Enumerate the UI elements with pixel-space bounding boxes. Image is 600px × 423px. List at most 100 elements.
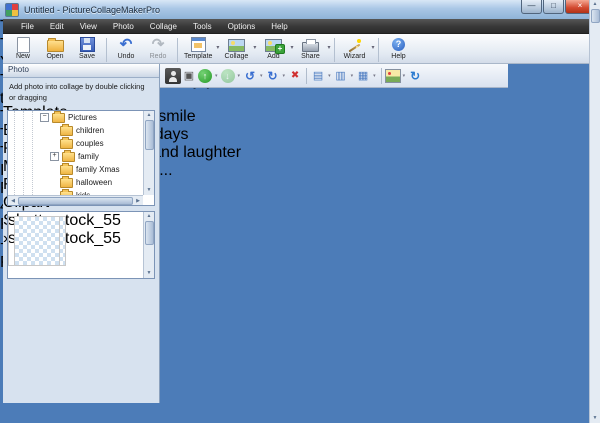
distribute-icon: ▦ bbox=[358, 69, 368, 82]
open-button[interactable]: Open bbox=[39, 36, 71, 60]
refresh-button[interactable]: ↻ bbox=[407, 68, 423, 84]
photo-thumbnail-baby-red[interactable] bbox=[8, 216, 60, 266]
scrollbar-thumb[interactable] bbox=[591, 9, 600, 23]
scroll-up-icon[interactable]: ▲ bbox=[147, 212, 152, 221]
menu-tools[interactable]: Tools bbox=[185, 19, 220, 34]
distribute-dropdown[interactable]: ▾ bbox=[373, 73, 376, 79]
edit-toolbar: ▣ ↑ ▾ ↓ ▾ ↺ ▾ ↻ ▾ ✖ ▤ ▾ ▥ ▾ ▦ ▾ ▾ ↻ bbox=[160, 64, 508, 88]
title-bar: Untitled - PictureCollageMakerPro — □ × bbox=[0, 0, 600, 19]
menu-collage[interactable]: Collage bbox=[142, 19, 185, 34]
tree-node-family-xmas[interactable]: family Xmas bbox=[8, 163, 154, 176]
delete-x-icon: ✖ bbox=[291, 70, 299, 81]
folder-icon bbox=[60, 178, 73, 188]
tree-node-pictures[interactable]: − Pictures bbox=[8, 111, 154, 124]
bring-forward-dropdown[interactable]: ▾ bbox=[215, 73, 218, 79]
photo-panel-hint: Add photo into collage by double clickin… bbox=[3, 78, 159, 104]
menu-photo[interactable]: Photo bbox=[105, 19, 142, 34]
distribute-button[interactable]: ▦ bbox=[355, 68, 371, 84]
align-top-button[interactable]: ▤ bbox=[310, 68, 326, 84]
menu-options[interactable]: Options bbox=[220, 19, 264, 34]
scrollbar-thumb[interactable] bbox=[145, 221, 154, 245]
scroll-down-icon[interactable]: ▼ bbox=[147, 269, 152, 278]
redo-icon: ↷ bbox=[152, 38, 165, 52]
thumbnail-vertical-scrollbar[interactable]: ▲ ▼ bbox=[143, 212, 154, 278]
menu-file[interactable]: File bbox=[13, 19, 42, 34]
rotate-right-dropdown[interactable]: ▾ bbox=[283, 73, 286, 79]
toolbar-separator bbox=[306, 68, 307, 84]
wizard-button[interactable]: Wizard bbox=[338, 36, 370, 60]
up-arrow-icon: ↑ bbox=[198, 69, 212, 83]
help-icon: ? bbox=[392, 38, 405, 51]
scroll-down-icon[interactable]: ▼ bbox=[593, 414, 598, 423]
tree-vertical-scrollbar[interactable]: ▲ ▼ bbox=[143, 111, 154, 195]
undo-button[interactable]: ↶ Undo bbox=[110, 36, 142, 60]
menu-help[interactable]: Help bbox=[263, 19, 295, 34]
main-toolbar: New Open Save ↶ Undo ↷ Redo Template ▾ C… bbox=[3, 34, 597, 64]
collapse-icon[interactable]: − bbox=[40, 113, 49, 122]
scrollbar-thumb[interactable] bbox=[18, 197, 133, 205]
wizard-dropdown-arrow[interactable]: ▾ bbox=[370, 44, 375, 51]
rotate-left-dropdown[interactable]: ▾ bbox=[260, 73, 263, 79]
crop-icon[interactable]: ▣ bbox=[181, 68, 197, 84]
menu-view[interactable]: View bbox=[72, 19, 105, 34]
redo-button[interactable]: ↷ Redo bbox=[142, 36, 174, 60]
scrollbar-thumb[interactable] bbox=[145, 120, 154, 150]
toolbar-separator bbox=[378, 38, 379, 62]
photo-panel-header: Photo bbox=[3, 64, 159, 78]
scroll-up-icon[interactable]: ▲ bbox=[147, 111, 152, 120]
bring-forward-button[interactable]: ↑ bbox=[197, 68, 213, 84]
delete-button[interactable]: ✖ bbox=[287, 68, 303, 84]
align-middle-dropdown[interactable]: ▾ bbox=[351, 73, 354, 79]
folder-tree: − Pictures children couples + family fam… bbox=[7, 110, 155, 206]
tree-node-family[interactable]: + family bbox=[8, 150, 154, 163]
template-icon bbox=[191, 37, 206, 52]
scroll-right-icon[interactable]: ▶ bbox=[134, 198, 142, 204]
effects-button[interactable] bbox=[385, 68, 401, 84]
add-button[interactable]: + Add bbox=[257, 36, 289, 60]
maximize-button[interactable]: □ bbox=[543, 0, 564, 14]
send-backward-button[interactable]: ↓ bbox=[220, 68, 236, 84]
undo-icon: ↶ bbox=[120, 38, 133, 52]
send-backward-dropdown[interactable]: ▾ bbox=[238, 73, 241, 79]
add-photo-tool-icon[interactable] bbox=[165, 68, 181, 84]
photo-panel: Photo Add photo into collage by double c… bbox=[3, 64, 160, 403]
tree-node-children[interactable]: children bbox=[8, 124, 154, 137]
magic-wand-icon bbox=[347, 38, 362, 52]
folder-icon bbox=[62, 152, 75, 162]
tree-horizontal-scrollbar[interactable]: ◀ ▶ bbox=[8, 195, 143, 205]
rotate-left-button[interactable]: ↺ bbox=[242, 68, 258, 84]
minimize-button[interactable]: — bbox=[521, 0, 542, 14]
align-top-dropdown[interactable]: ▾ bbox=[328, 73, 331, 79]
share-dropdown-arrow[interactable]: ▾ bbox=[326, 44, 331, 51]
application-window: Untitled - PictureCollageMakerPro — □ × … bbox=[0, 0, 600, 423]
photo-thumbnail-list: shutterstock_55 shutterstock_55 ▲ ▼ bbox=[7, 211, 155, 279]
toolbar-separator bbox=[381, 68, 382, 84]
menu-bar: File Edit View Photo Collage Tools Optio… bbox=[3, 19, 597, 34]
tree-node-couples[interactable]: couples bbox=[8, 137, 154, 150]
layer-vertical-scrollbar[interactable]: ▲ ▼ bbox=[589, 0, 600, 423]
scroll-up-icon[interactable]: ▲ bbox=[593, 0, 598, 9]
template-button[interactable]: Template bbox=[181, 36, 215, 60]
expand-icon[interactable]: + bbox=[50, 152, 59, 161]
menu-edit[interactable]: Edit bbox=[42, 19, 72, 34]
add-photo-icon: + bbox=[265, 39, 282, 52]
align-middle-button[interactable]: ▥ bbox=[333, 68, 349, 84]
app-icon bbox=[5, 3, 19, 17]
new-button[interactable]: New bbox=[7, 36, 39, 60]
save-button[interactable]: Save bbox=[71, 36, 103, 60]
rotate-right-button[interactable]: ↻ bbox=[265, 68, 281, 84]
toolbar-separator bbox=[334, 38, 335, 62]
rotate-left-icon: ↺ bbox=[245, 69, 255, 83]
window-title: Untitled - PictureCollageMakerPro bbox=[24, 5, 521, 15]
tree-node-halloween[interactable]: halloween bbox=[8, 176, 154, 189]
folder-icon bbox=[60, 139, 73, 149]
printer-icon bbox=[302, 42, 319, 52]
scroll-down-icon[interactable]: ▼ bbox=[147, 186, 152, 195]
scroll-left-icon[interactable]: ◀ bbox=[9, 198, 17, 204]
toolbar-separator bbox=[106, 38, 107, 62]
effects-dropdown[interactable]: ▾ bbox=[403, 73, 406, 79]
collage-button[interactable]: Collage bbox=[220, 36, 252, 60]
help-button[interactable]: ? Help bbox=[382, 36, 414, 60]
share-button[interactable]: Share bbox=[294, 36, 326, 60]
save-floppy-icon bbox=[80, 37, 95, 52]
